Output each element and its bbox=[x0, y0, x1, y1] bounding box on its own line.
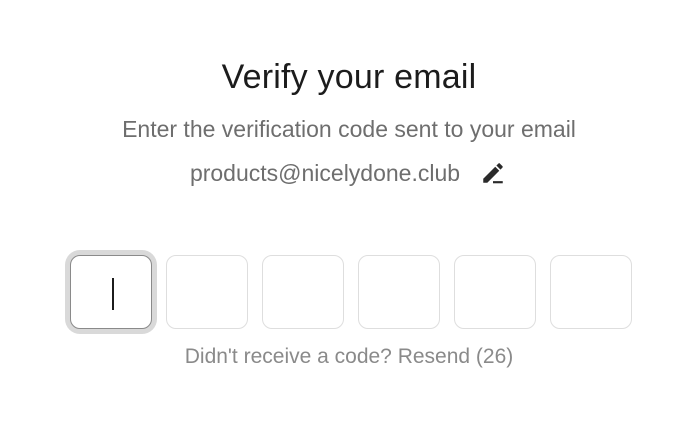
email-row: products@nicelydone.club bbox=[0, 158, 698, 188]
page-title: Verify your email bbox=[221, 58, 477, 96]
text-caret bbox=[112, 278, 114, 310]
code-digit-3[interactable] bbox=[262, 255, 344, 329]
verification-code-input bbox=[70, 255, 632, 329]
code-digit-5[interactable] bbox=[454, 255, 536, 329]
code-digit-2[interactable] bbox=[166, 255, 248, 329]
edit-email-button[interactable] bbox=[478, 158, 508, 188]
resend-code-link[interactable]: Didn't receive a code? Resend (26) bbox=[0, 345, 698, 369]
code-digit-4[interactable] bbox=[358, 255, 440, 329]
verify-email-page: Verify your email Enter the verification… bbox=[0, 0, 698, 435]
email-address: products@nicelydone.club bbox=[189, 159, 461, 186]
code-digit-6[interactable] bbox=[550, 255, 632, 329]
pencil-edit-icon bbox=[483, 163, 503, 184]
page-subtitle: Enter the verification code sent to your… bbox=[122, 116, 576, 142]
code-digit-1[interactable] bbox=[70, 255, 152, 329]
